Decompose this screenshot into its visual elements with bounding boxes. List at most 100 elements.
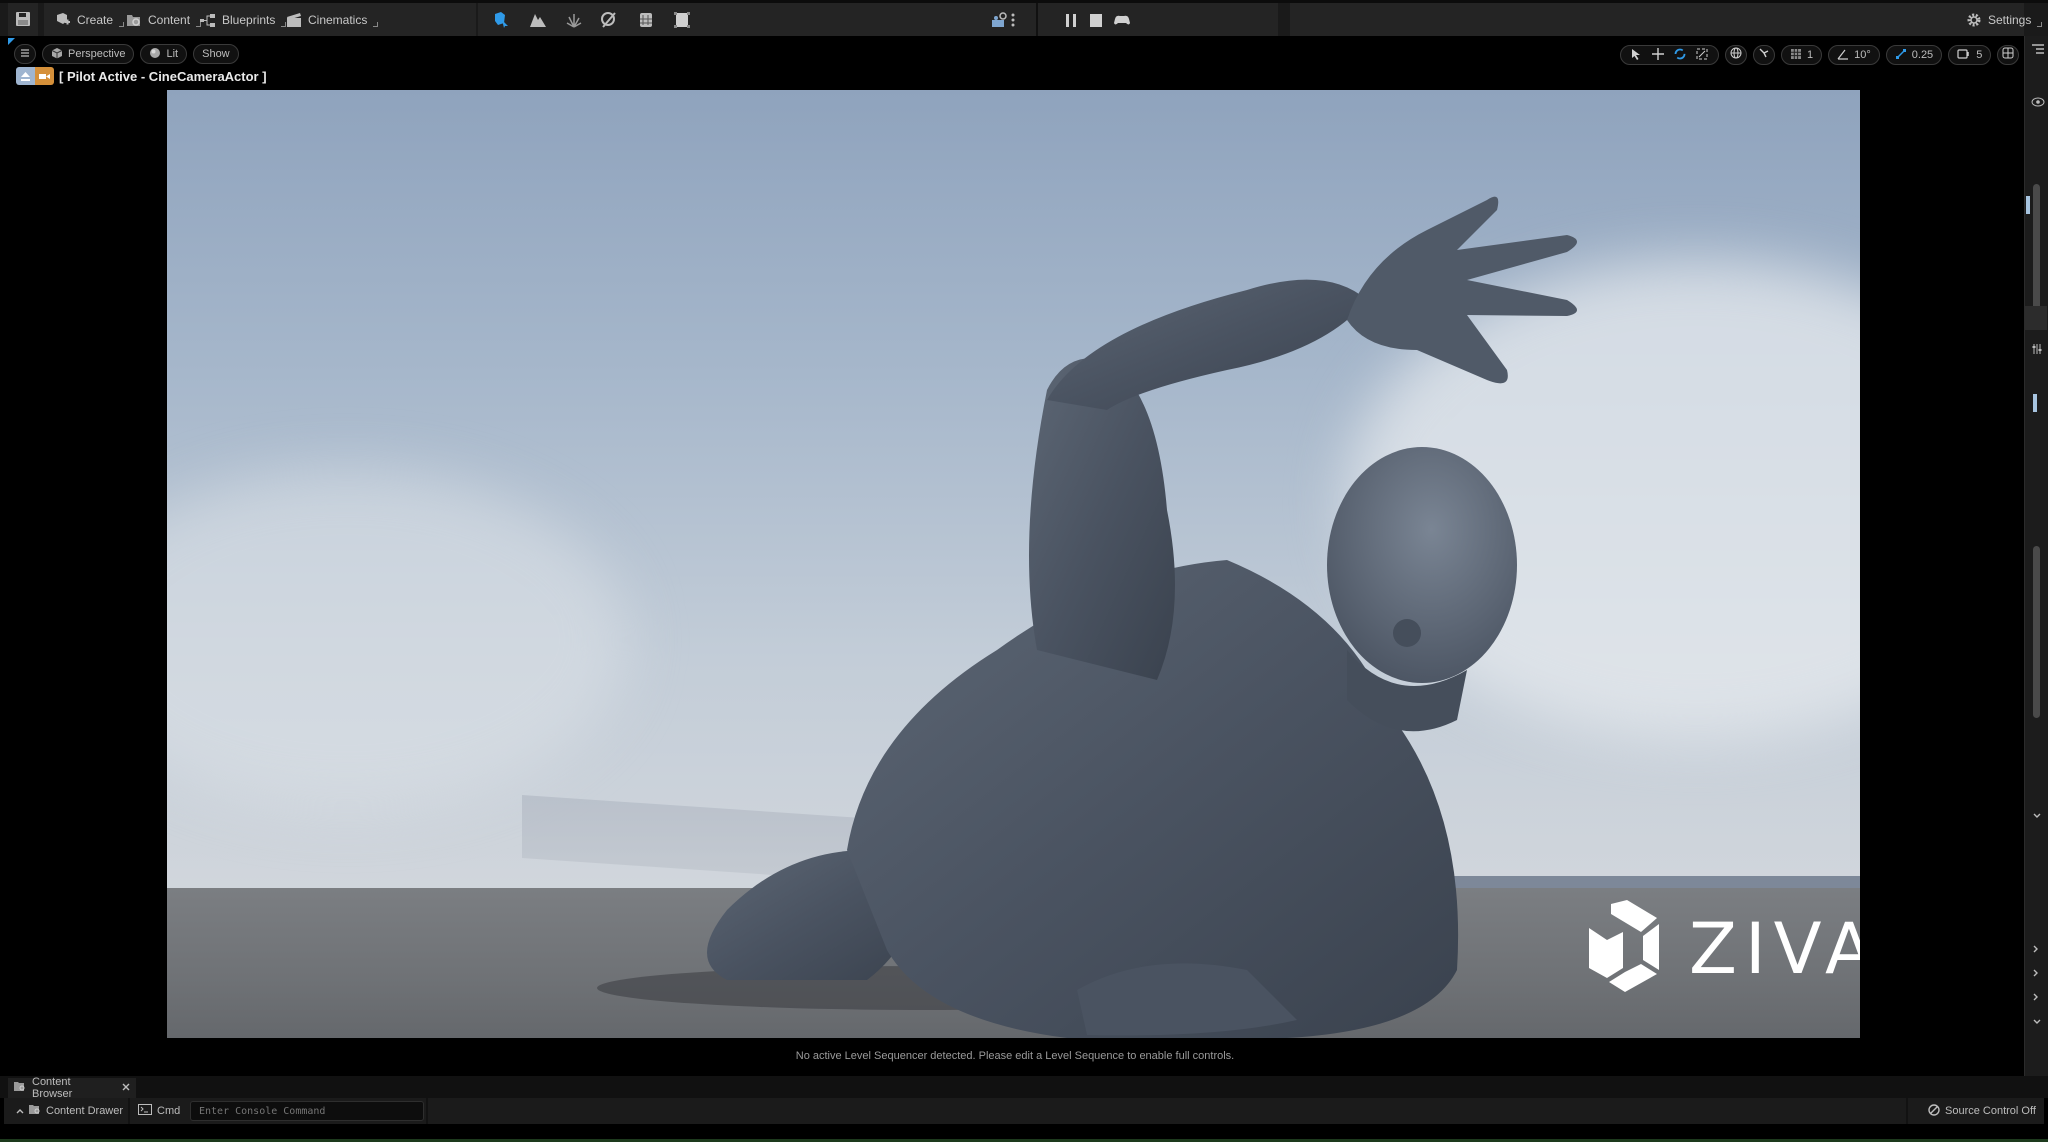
maximize-icon bbox=[2002, 46, 2014, 64]
right-side-panel bbox=[2024, 36, 2048, 1096]
settings-label: Settings bbox=[1988, 13, 2032, 27]
eject-icon bbox=[16, 67, 35, 85]
lit-button[interactable]: Lit bbox=[140, 44, 188, 64]
viewport-menu-button[interactable] bbox=[14, 44, 36, 64]
camera-icon bbox=[35, 67, 54, 85]
create-menu[interactable]: Create bbox=[55, 9, 125, 31]
chevron-up-icon bbox=[16, 1105, 24, 1117]
hamburger-icon bbox=[20, 45, 30, 63]
pause-icon[interactable] bbox=[1062, 11, 1080, 29]
create-label: Create bbox=[77, 13, 114, 27]
rotation-snap-button[interactable]: 10° bbox=[1828, 45, 1880, 65]
panel-scrollbar[interactable] bbox=[2033, 184, 2040, 326]
cinematics-label: Cinematics bbox=[308, 13, 368, 27]
content-drawer-label: Content Drawer bbox=[46, 1105, 124, 1117]
scale-snap-button[interactable]: 0.25 bbox=[1885, 45, 1943, 65]
status-bar: Content Drawer Cmd Source Control Off bbox=[4, 1098, 2044, 1124]
camera-speed-value: 5 bbox=[1976, 49, 1983, 61]
cmd-label: Cmd bbox=[157, 1105, 181, 1117]
tab-content-browser[interactable]: Content Browser bbox=[8, 1076, 136, 1100]
show-button[interactable]: Show bbox=[193, 44, 239, 64]
gear-icon bbox=[1966, 12, 1982, 28]
viewport-render[interactable]: ZIVA bbox=[167, 90, 1860, 1038]
blueprints-icon bbox=[200, 12, 216, 28]
chevron-down-icon[interactable] bbox=[2033, 1012, 2041, 1030]
play-segment bbox=[1290, 3, 2024, 36]
status-divider bbox=[128, 1098, 130, 1124]
console-command-input[interactable] bbox=[190, 1101, 424, 1121]
surface-snap-icon bbox=[1758, 46, 1770, 64]
blueprints-menu[interactable]: Blueprints bbox=[200, 9, 287, 31]
rotation-snap-value: 10° bbox=[1854, 49, 1871, 61]
modeling-mode-icon[interactable] bbox=[673, 11, 691, 29]
panel-scrollbar[interactable] bbox=[2033, 546, 2040, 718]
lit-label: Lit bbox=[166, 48, 179, 60]
pilot-indicator: [ Pilot Active - CineCameraActor ] bbox=[16, 66, 267, 86]
save-icon[interactable] bbox=[14, 10, 32, 28]
panel-list-icon[interactable] bbox=[2031, 42, 2045, 60]
show-label: Show bbox=[202, 48, 230, 60]
content-browser-icon bbox=[14, 1081, 26, 1095]
terminal-icon bbox=[138, 1104, 152, 1118]
possess-gamepad-icon[interactable] bbox=[1113, 11, 1131, 29]
camera-speed-button[interactable]: 5 bbox=[1948, 45, 1992, 65]
cmd-button[interactable]: Cmd bbox=[138, 1102, 180, 1120]
content-drawer-icon bbox=[29, 1104, 41, 1118]
create-icon bbox=[55, 12, 71, 28]
grid-snap-value: 1 bbox=[1807, 49, 1814, 61]
content-menu[interactable]: Content bbox=[126, 9, 202, 31]
chevron-right-icon[interactable] bbox=[2033, 988, 2039, 1006]
platforms-icon[interactable] bbox=[990, 11, 1008, 29]
viewport-toolbar: Perspective Lit Show bbox=[14, 44, 239, 66]
globe-icon bbox=[1730, 46, 1742, 64]
select-tool-icon[interactable] bbox=[1631, 48, 1642, 63]
chevron-right-icon[interactable] bbox=[2033, 964, 2039, 982]
select-mode-icon[interactable] bbox=[492, 11, 510, 29]
close-icon[interactable] bbox=[122, 1082, 130, 1094]
perspective-button[interactable]: Perspective bbox=[42, 44, 135, 64]
transform-tools bbox=[1620, 45, 1719, 65]
scale-tool-icon[interactable] bbox=[1696, 48, 1708, 63]
translate-tool-icon[interactable] bbox=[1652, 47, 1664, 63]
details-settings-icon[interactable] bbox=[2031, 342, 2043, 360]
source-control-label: Source Control Off bbox=[1945, 1105, 2036, 1117]
chevron-right-icon[interactable] bbox=[2033, 940, 2039, 958]
source-control-button[interactable]: Source Control Off bbox=[1928, 1102, 2036, 1120]
panel-divider bbox=[2025, 306, 2047, 330]
foliage-mode-icon[interactable] bbox=[565, 11, 583, 29]
ziva-logo: ZIVA bbox=[1587, 898, 1860, 999]
world-local-toggle[interactable] bbox=[1725, 45, 1747, 65]
scale-snap-icon bbox=[1895, 48, 1907, 63]
scale-snap-value: 0.25 bbox=[1911, 49, 1934, 61]
scroll-indicator bbox=[2026, 196, 2030, 214]
chevron-down-icon[interactable] bbox=[2033, 806, 2041, 824]
grid-snap-button[interactable]: 1 bbox=[1781, 45, 1823, 65]
eject-pilot-button[interactable] bbox=[16, 67, 54, 85]
content-label: Content bbox=[148, 13, 191, 27]
ziva-hexagon-icon bbox=[1587, 898, 1661, 999]
platforms-more-icon[interactable] bbox=[1010, 11, 1016, 29]
landscape-mode-icon[interactable] bbox=[529, 11, 547, 29]
main-toolbar: Create Content Blueprints Cinematics Set… bbox=[0, 0, 2048, 36]
modes-segment bbox=[478, 3, 1278, 36]
angle-icon bbox=[1837, 48, 1849, 63]
viewport-tools: 1 10° 0.25 5 bbox=[1620, 44, 2048, 66]
source-control-off-icon bbox=[1928, 1103, 1940, 1119]
pilot-label: [ Pilot Active - CineCameraActor ] bbox=[59, 68, 267, 84]
content-drawer-button[interactable]: Content Drawer bbox=[16, 1102, 123, 1120]
lit-sphere-icon bbox=[149, 47, 161, 62]
stop-icon[interactable] bbox=[1087, 11, 1105, 29]
settings-button[interactable]: Settings bbox=[1966, 9, 2043, 31]
fracture-mode-icon[interactable] bbox=[637, 11, 655, 29]
status-divider bbox=[1906, 1098, 1908, 1124]
surface-snap-toggle[interactable] bbox=[1753, 45, 1775, 65]
cinematics-menu[interactable]: Cinematics bbox=[286, 9, 379, 31]
cinematics-icon bbox=[286, 12, 302, 28]
cube-icon bbox=[51, 47, 63, 62]
rotate-tool-icon[interactable] bbox=[1674, 48, 1686, 63]
eye-icon[interactable] bbox=[2031, 94, 2045, 112]
status-divider bbox=[426, 1098, 428, 1124]
mesh-paint-mode-icon[interactable] bbox=[600, 11, 618, 29]
maximize-viewport-button[interactable] bbox=[1997, 45, 2020, 65]
scroll-indicator bbox=[2033, 394, 2037, 412]
